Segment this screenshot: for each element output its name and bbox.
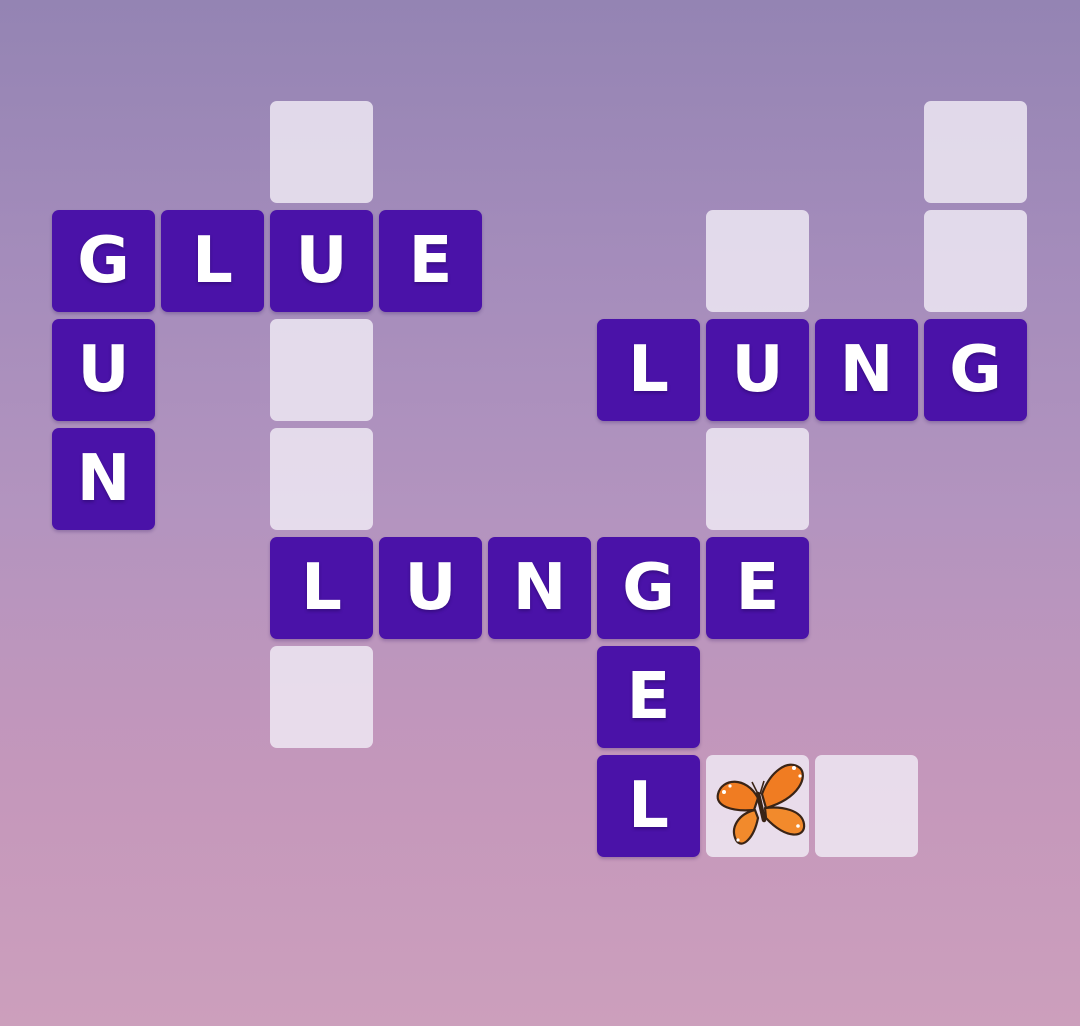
letter-tile: U [52, 319, 155, 421]
letter-tile: L [597, 319, 700, 421]
letter-tile: E [597, 646, 700, 748]
tile-letter: E [735, 551, 780, 625]
tile-letter: G [77, 224, 130, 298]
tile-letter: U [404, 551, 457, 625]
tile-letter: U [295, 224, 348, 298]
tile-letter: E [408, 224, 453, 298]
tile-letter: E [626, 660, 671, 734]
empty-tile [706, 210, 809, 312]
tile-letter: G [949, 333, 1002, 407]
empty-tile [270, 646, 373, 748]
tile-letter: N [76, 442, 131, 516]
letter-tile: N [488, 537, 591, 639]
letter-tile: G [597, 537, 700, 639]
letter-tile: L [597, 755, 700, 857]
crossword-board: GLUEULUNGNLUNGEEL [0, 0, 1080, 1026]
tile-letter: N [512, 551, 567, 625]
tile-letter: U [731, 333, 784, 407]
tile-letter: U [77, 333, 130, 407]
tile-letter: L [192, 224, 233, 298]
tile-letter: G [622, 551, 675, 625]
letter-tile: U [379, 537, 482, 639]
butterfly-icon [708, 754, 808, 859]
letter-tile: N [52, 428, 155, 530]
empty-tile [924, 210, 1027, 312]
letter-tile: E [706, 537, 809, 639]
letter-tile: U [270, 210, 373, 312]
letter-tile: L [161, 210, 264, 312]
tile-letter: L [301, 551, 342, 625]
empty-tile [706, 755, 809, 857]
empty-tile [270, 428, 373, 530]
letter-tile: L [270, 537, 373, 639]
empty-tile [924, 101, 1027, 203]
tile-letter: L [628, 333, 669, 407]
empty-tile [706, 428, 809, 530]
tile-letter: N [839, 333, 894, 407]
tile-letter: L [628, 769, 669, 843]
empty-tile [815, 755, 918, 857]
letter-tile: U [706, 319, 809, 421]
letter-tile: G [924, 319, 1027, 421]
empty-tile [270, 101, 373, 203]
letter-tile: N [815, 319, 918, 421]
letter-tile: G [52, 210, 155, 312]
letter-tile: E [379, 210, 482, 312]
empty-tile [270, 319, 373, 421]
